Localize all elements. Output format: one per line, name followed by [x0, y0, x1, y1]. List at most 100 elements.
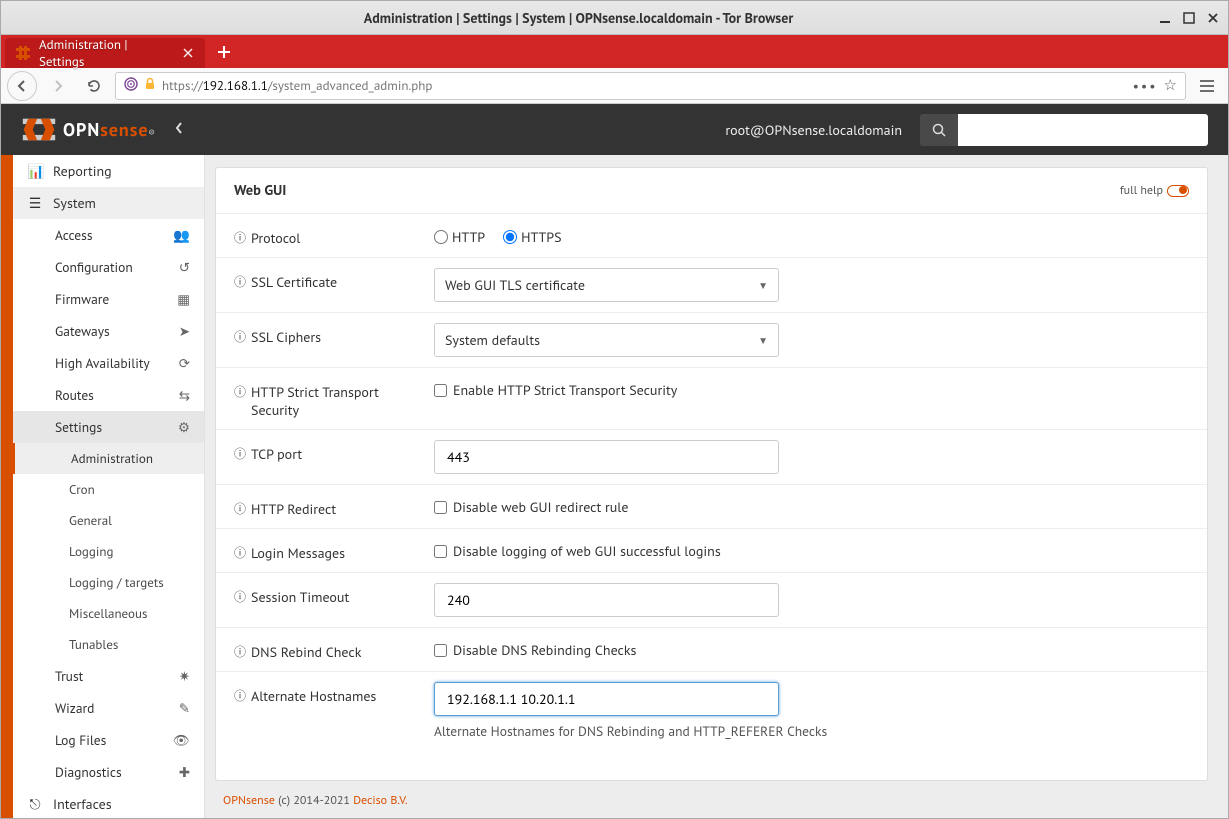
info-icon[interactable]: ⓘ [234, 687, 246, 704]
sidebar-item-gateways[interactable]: Gateways➤ [13, 315, 204, 347]
sidebar-item-interfaces[interactable]: ⎋Interfaces [13, 788, 204, 818]
hsts-checkbox[interactable]: Enable HTTP Strict Transport Security [434, 378, 1189, 399]
tcp-port-input[interactable] [434, 440, 779, 474]
bookmark-star-icon[interactable]: ☆ [1164, 76, 1177, 95]
search-input[interactable] [958, 114, 1208, 146]
logo[interactable]: OPNsense® [21, 115, 156, 144]
info-icon[interactable]: ⓘ [234, 544, 246, 561]
search-button[interactable] [920, 114, 958, 146]
plug-icon: ⎋ [27, 795, 43, 813]
protocol-https-radio[interactable]: HTTPS [503, 228, 562, 246]
caret-down-icon: ▼ [758, 279, 768, 292]
chart-icon: 📊 [27, 162, 43, 180]
sidebar-item-access[interactable]: Access👥 [13, 219, 204, 251]
caret-down-icon: ▼ [758, 334, 768, 347]
certificate-icon: ✷ [179, 667, 190, 685]
row-session-timeout: ⓘSession Timeout [216, 572, 1207, 627]
sidebar[interactable]: 📊Reporting ☰System Access👥 Configuration… [13, 155, 205, 818]
sidebar-item-ha[interactable]: High Availability⟳ [13, 347, 204, 379]
row-dns-rebind: ⓘDNS Rebind Check Disable DNS Rebinding … [216, 627, 1207, 671]
sidebar-item-logfiles[interactable]: Log Files👁 [13, 724, 204, 756]
tab-title: Administration | Settings [39, 36, 173, 70]
medkit-icon: ✚ [179, 763, 190, 781]
sidebar-item-cron[interactable]: Cron [13, 474, 204, 505]
info-icon[interactable]: ⓘ [234, 328, 246, 345]
eye-icon: 👁 [173, 731, 190, 749]
maximize-button[interactable] [1182, 11, 1196, 25]
sidebar-item-trust[interactable]: Trust✷ [13, 660, 204, 692]
ssl-ciphers-select[interactable]: System defaults▼ [434, 323, 779, 357]
dns-rebind-checkbox[interactable]: Disable DNS Rebinding Checks [434, 638, 1189, 659]
sidebar-item-tunables[interactable]: Tunables [13, 629, 204, 660]
tor-circuit-icon[interactable] [124, 77, 138, 95]
new-tab-button[interactable] [209, 37, 239, 67]
page-actions-icon[interactable]: ••• [1133, 77, 1158, 95]
sidebar-item-diagnostics[interactable]: Diagnostics✚ [13, 756, 204, 788]
users-icon: 👥 [173, 226, 190, 244]
protocol-http-radio[interactable]: HTTP [434, 228, 485, 246]
info-icon[interactable]: ⓘ [234, 643, 246, 660]
history-icon: ↺ [179, 258, 190, 276]
row-hsts: ⓘHTTP Strict Transport Security Enable H… [216, 367, 1207, 429]
brand-text-b: sense [100, 118, 148, 141]
sidebar-item-configuration[interactable]: Configuration↺ [13, 251, 204, 283]
toggle-icon [1167, 185, 1189, 197]
row-protocol: ⓘProtocol HTTP HTTPS [216, 213, 1207, 257]
browser-menu-button[interactable] [1192, 71, 1222, 101]
row-ssl-ciphers: ⓘSSL Ciphers System defaults▼ [216, 312, 1207, 367]
browser-tab[interactable]: Administration | Settings [5, 38, 205, 68]
footer-brand-link[interactable]: OPNsense [223, 793, 275, 808]
sidebar-item-general[interactable]: General [13, 505, 204, 536]
row-alternate-hostnames: ⓘAlternate Hostnames Alternate Hostnames… [216, 671, 1207, 750]
tab-favicon-icon [15, 45, 31, 61]
back-button[interactable] [7, 71, 37, 101]
session-timeout-input[interactable] [434, 583, 779, 617]
ssl-certificate-select[interactable]: Web GUI TLS certificate▼ [434, 268, 779, 302]
wand-icon: ✎ [179, 699, 190, 717]
sidebar-item-routes[interactable]: Routes⇆ [13, 379, 204, 411]
info-icon[interactable]: ⓘ [234, 500, 246, 517]
info-icon[interactable]: ⓘ [234, 273, 246, 290]
sidebar-item-logging[interactable]: Logging [13, 536, 204, 567]
http-redirect-checkbox[interactable]: Disable web GUI redirect rule [434, 495, 1189, 516]
info-icon[interactable]: ⓘ [234, 588, 246, 605]
info-icon[interactable]: ⓘ [234, 445, 246, 462]
minimize-button[interactable] [1158, 11, 1172, 25]
footer: OPNsense (c) 2014-2021 Deciso B.V. [215, 781, 1208, 818]
logo-icon [21, 115, 57, 144]
info-icon[interactable]: ⓘ [234, 383, 246, 400]
cogs-icon: ⚙ [178, 418, 190, 436]
sidebar-item-reporting[interactable]: 📊Reporting [13, 155, 204, 187]
signpost-icon: ⇆ [179, 386, 190, 404]
sidebar-item-firmware[interactable]: Firmware▦ [13, 283, 204, 315]
sidebar-item-wizard[interactable]: Wizard✎ [13, 692, 204, 724]
reload-button[interactable] [79, 71, 109, 101]
brand-text-a: OPN [63, 118, 100, 141]
footer-company-link[interactable]: Deciso B.V. [353, 793, 407, 808]
forward-button [43, 71, 73, 101]
full-help-toggle[interactable]: full help [1120, 183, 1189, 198]
alternate-hostnames-help: Alternate Hostnames for DNS Rebinding an… [434, 722, 1189, 740]
sidebar-item-system[interactable]: ☰System [13, 187, 204, 219]
app-header: OPNsense® root@OPNsense.localdomain [1, 104, 1228, 155]
user-info[interactable]: root@OPNsense.localdomain [725, 121, 902, 139]
settings-panel: Web GUI full help ⓘProtocol HTTP HTTPS [215, 167, 1208, 781]
sidebar-collapse-button[interactable] [174, 121, 184, 139]
login-messages-checkbox[interactable]: Disable logging of web GUI successful lo… [434, 539, 1189, 560]
row-tcp-port: ⓘTCP port [216, 429, 1207, 484]
sidebar-item-misc[interactable]: Miscellaneous [13, 598, 204, 629]
sidebar-item-administration[interactable]: Administration [13, 443, 204, 474]
lock-icon[interactable] [144, 77, 156, 94]
info-icon[interactable]: ⓘ [234, 229, 246, 246]
close-window-button[interactable] [1206, 11, 1220, 25]
sidebar-item-settings[interactable]: Settings⚙ [13, 411, 204, 443]
tab-close-icon[interactable] [181, 46, 195, 60]
browser-chrome: Administration | Settings https://192.16… [1, 35, 1228, 104]
sidebar-item-logging-targets[interactable]: Logging / targets [13, 567, 204, 598]
url-text: https://192.168.1.1/system_advanced_admi… [162, 77, 1127, 94]
refresh-icon: ⟳ [179, 354, 190, 372]
url-bar[interactable]: https://192.168.1.1/system_advanced_admi… [115, 72, 1186, 100]
row-http-redirect: ⓘHTTP Redirect Disable web GUI redirect … [216, 484, 1207, 528]
alternate-hostnames-input[interactable] [434, 682, 779, 716]
row-ssl-certificate: ⓘSSL Certificate Web GUI TLS certificate… [216, 257, 1207, 312]
